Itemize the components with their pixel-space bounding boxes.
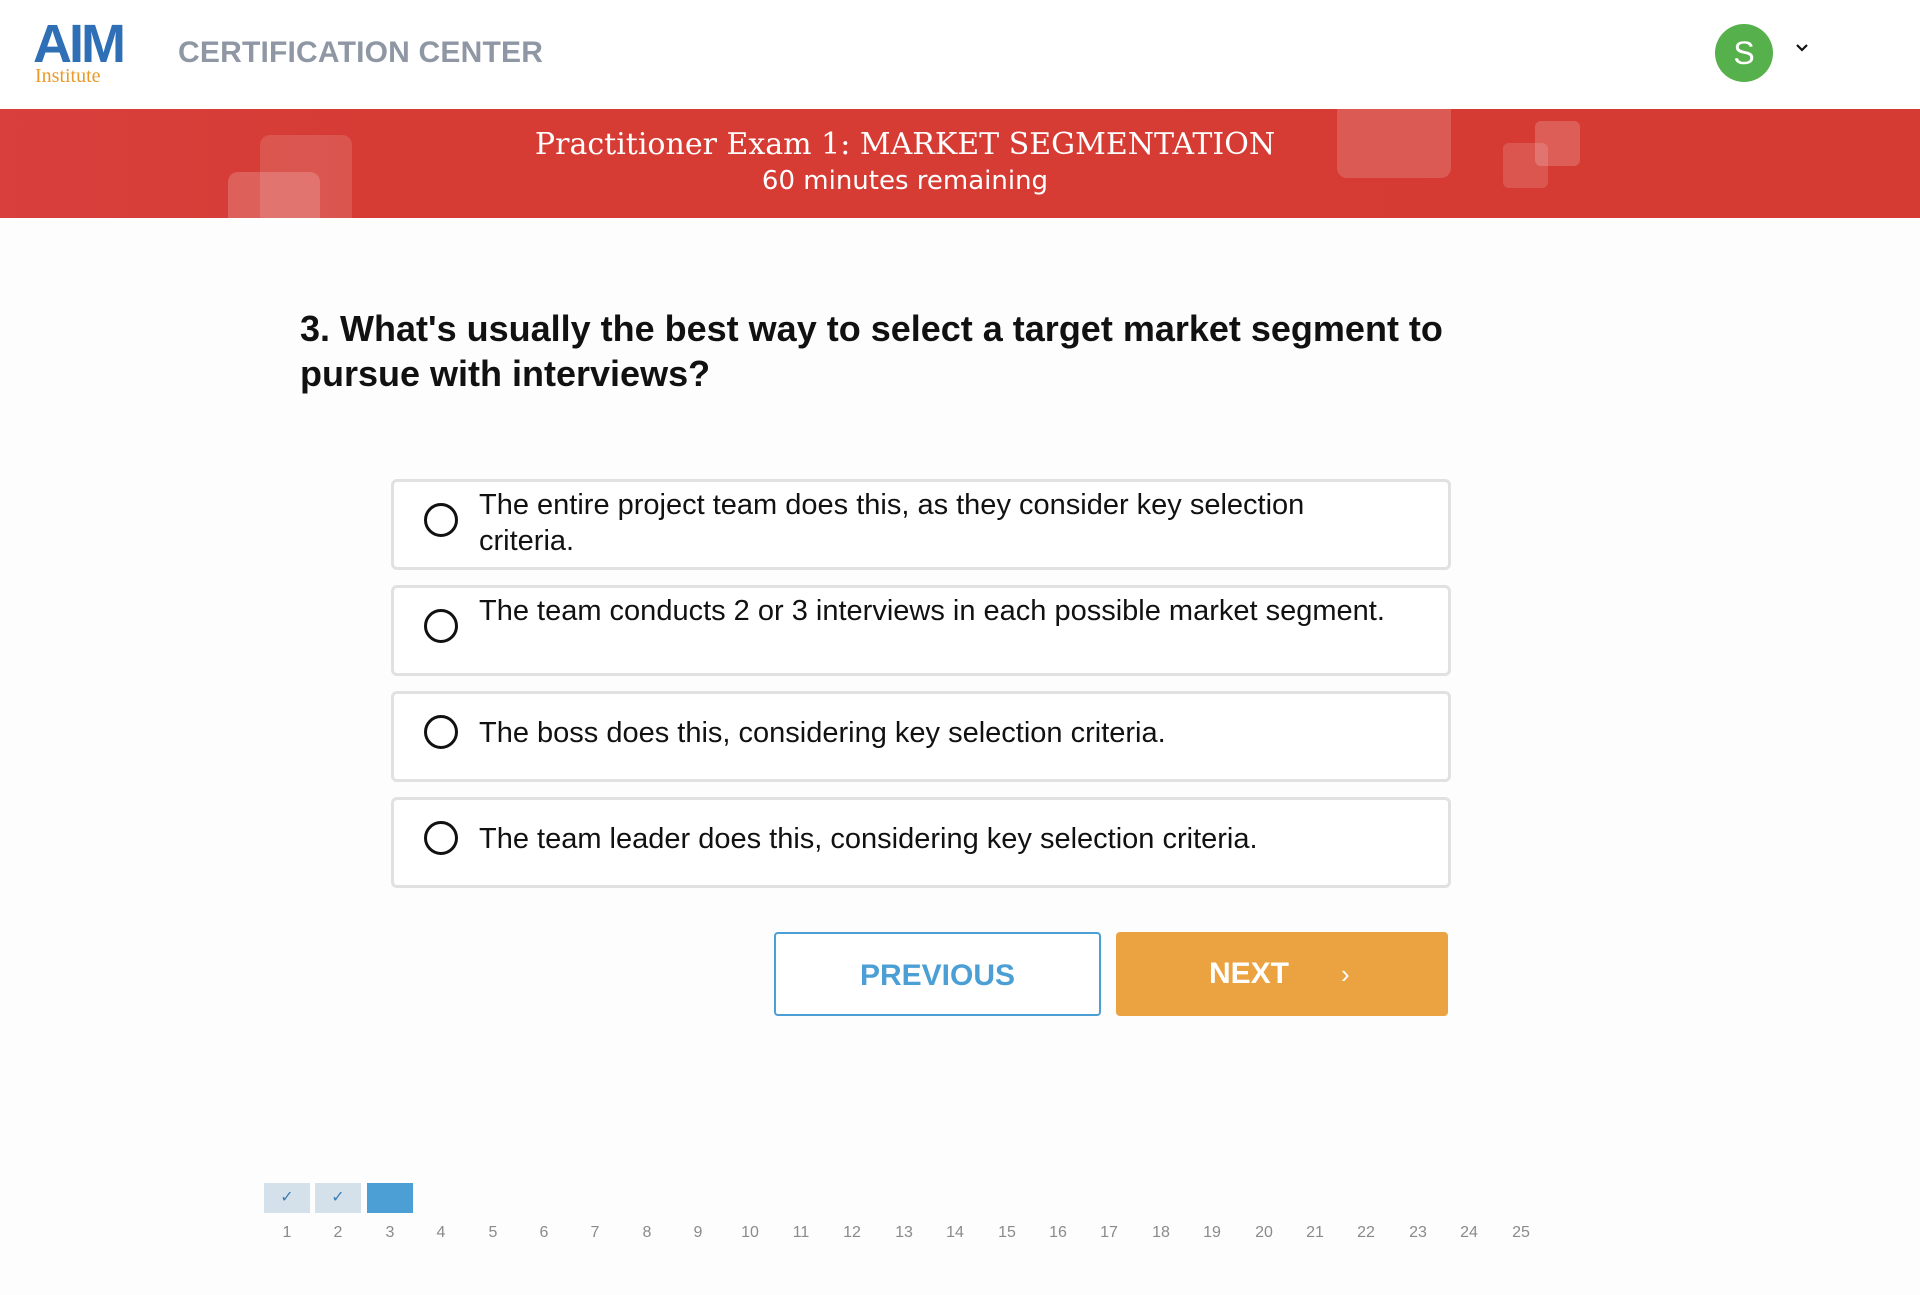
user-avatar[interactable]: S xyxy=(1715,24,1773,82)
progress-number[interactable]: 23 xyxy=(1395,1224,1441,1242)
progress-number[interactable]: 14 xyxy=(932,1224,978,1242)
app-title: CERTIFICATION CENTER xyxy=(178,36,544,69)
progress-number[interactable]: 20 xyxy=(1241,1224,1287,1242)
progress-cell-answered[interactable]: ✓ xyxy=(315,1183,361,1213)
radio-button[interactable] xyxy=(424,503,458,537)
logo-subtitle: Institute xyxy=(35,65,101,87)
time-remaining: 60 minutes remaining xyxy=(761,166,1049,196)
answer-option-text: The entire project team does this, as th… xyxy=(479,489,1305,557)
progress-number[interactable]: 17 xyxy=(1086,1224,1132,1242)
logo-wordmark: AIM xyxy=(33,14,126,74)
check-icon: ✓ xyxy=(331,1189,345,1206)
answer-option[interactable]: The entire project team does this, as th… xyxy=(391,479,1451,570)
progress-number[interactable]: 4 xyxy=(418,1224,464,1242)
aim-institute-logo[interactable]: AIM Institute xyxy=(33,14,126,88)
progress-cell-answered[interactable]: ✓ xyxy=(264,1183,310,1213)
answer-option-text: The team conducts 2 or 3 interviews in e… xyxy=(479,595,1385,627)
progress-cell-current[interactable] xyxy=(367,1183,413,1213)
progress-number[interactable]: 5 xyxy=(470,1224,516,1242)
progress-number[interactable]: 7 xyxy=(572,1224,618,1242)
answer-option[interactable]: The team conducts 2 or 3 interviews in e… xyxy=(391,585,1451,676)
radio-button[interactable] xyxy=(424,715,458,749)
progress-number[interactable]: 24 xyxy=(1446,1224,1492,1242)
progress-number[interactable]: 16 xyxy=(1035,1224,1081,1242)
answer-option-text: The team leader does this, considering k… xyxy=(479,823,1258,855)
chevron-down-icon[interactable] xyxy=(1794,40,1810,56)
progress-number[interactable]: 19 xyxy=(1189,1224,1235,1242)
progress-number[interactable]: 13 xyxy=(881,1224,927,1242)
progress-number[interactable]: 25 xyxy=(1498,1224,1544,1242)
exam-banner: Practitioner Exam 1: MARKET SEGMENTATION… xyxy=(0,109,1920,218)
radio-button[interactable] xyxy=(424,821,458,855)
chevron-right-icon: › xyxy=(1341,959,1350,989)
progress-number[interactable]: 11 xyxy=(778,1224,824,1242)
answer-option[interactable]: The team leader does this, considering k… xyxy=(391,797,1451,888)
progress-number[interactable]: 9 xyxy=(675,1224,721,1242)
next-button[interactable]: NEXT › xyxy=(1116,932,1448,1016)
previous-button[interactable]: PREVIOUS xyxy=(774,932,1101,1016)
progress-number[interactable]: 3 xyxy=(367,1224,413,1242)
progress-number[interactable]: 15 xyxy=(984,1224,1030,1242)
progress-number[interactable]: 18 xyxy=(1138,1224,1184,1242)
answer-option[interactable]: The boss does this, considering key sele… xyxy=(391,691,1451,782)
progress-number[interactable]: 22 xyxy=(1343,1224,1389,1242)
answer-option-text: The boss does this, considering key sele… xyxy=(479,717,1166,749)
progress-number[interactable]: 8 xyxy=(624,1224,670,1242)
question-text: 3. What's usually the best way to select… xyxy=(300,308,1443,394)
top-bar: AIM Institute CERTIFICATION CENTER S xyxy=(0,0,1920,109)
progress-number[interactable]: 12 xyxy=(829,1224,875,1242)
progress-number[interactable]: 2 xyxy=(315,1224,361,1242)
next-button-label: NEXT xyxy=(1209,957,1290,990)
progress-number[interactable]: 1 xyxy=(264,1224,310,1242)
radio-button[interactable] xyxy=(424,609,458,643)
check-icon: ✓ xyxy=(280,1189,294,1206)
question-progress-tracker: ✓ 1 ✓ 2 3 4 5 6 7 8 9 10 11 12 13 14 15 16 17 18 19 20 21 22 23 2… xyxy=(0,1180,1920,1242)
exam-title: Practitioner Exam 1: MARKET SEGMENTATION xyxy=(534,127,1276,162)
progress-number[interactable]: 21 xyxy=(1292,1224,1338,1242)
progress-number[interactable]: 10 xyxy=(727,1224,773,1242)
progress-number[interactable]: 6 xyxy=(521,1224,567,1242)
